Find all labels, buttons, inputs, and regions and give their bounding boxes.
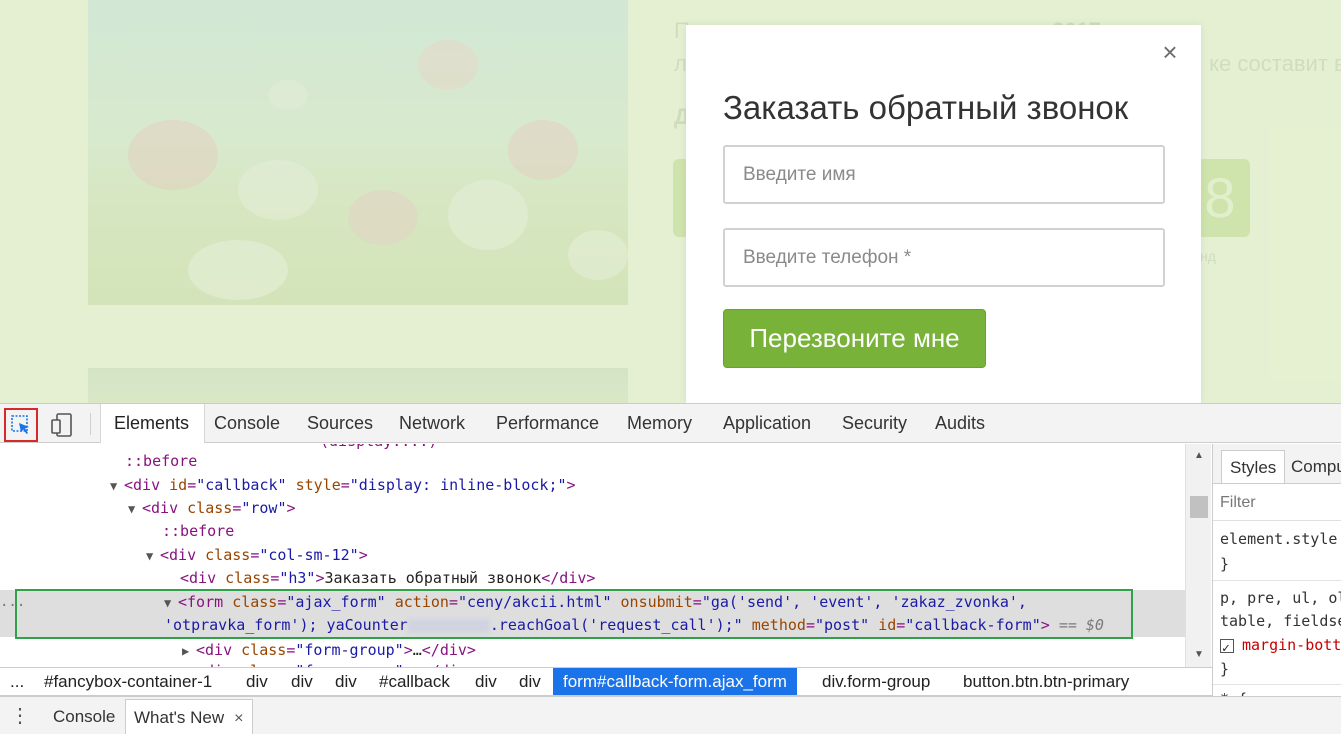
dom-line-row[interactable]: ▼ <div class="row">	[128, 497, 296, 520]
rule-selector-line1[interactable]: p, pre, ul, ol,	[1220, 586, 1341, 610]
breadcrumb-item[interactable]: div.form-group	[812, 668, 940, 695]
dom-line-partial-bottom[interactable]: ▶<div class="form-group">…</div>	[182, 660, 476, 667]
dom-line-partial: (display:...)	[320, 444, 437, 453]
device-toolbar-button[interactable]	[45, 408, 79, 442]
rule-close-brace-2: }	[1220, 660, 1230, 678]
phone-input[interactable]	[723, 228, 1165, 287]
modal-title: Заказать обратный звонок	[723, 89, 1129, 126]
attr-value: "row"	[241, 499, 287, 517]
tab-styles[interactable]: Styles	[1221, 450, 1286, 483]
text-node: Заказать обратный звонок	[324, 569, 542, 587]
attr-value: "form-group"	[295, 641, 404, 659]
dom-line-before-2[interactable]: ::before	[162, 520, 234, 543]
tab-network[interactable]: Network	[399, 404, 465, 443]
element-style-rule[interactable]: element.style {	[1220, 527, 1341, 551]
attr-name: style	[295, 476, 341, 494]
dom-line-form-group[interactable]: ▶ <div class="form-group">…</div>	[182, 639, 476, 662]
inspect-element-button[interactable]	[4, 408, 38, 442]
breadcrumb-item[interactable]: div	[325, 668, 367, 695]
name-input[interactable]	[723, 145, 1165, 204]
devtools-tabbar: Elements Console Sources Network Perform…	[0, 403, 1341, 443]
dom-breadcrumb: ... #fancybox-container-1 div div div #c…	[0, 667, 1212, 696]
callback-submit-button[interactable]: Перезвоните мне	[723, 309, 986, 368]
breadcrumb-item[interactable]: div	[509, 668, 551, 695]
rule-close-brace: }	[1220, 555, 1230, 573]
dom-line-callback[interactable]: ▼ <div id="callback" style="display: inli…	[110, 474, 576, 497]
style-property-row[interactable]: margin-bottom	[1220, 633, 1341, 661]
property-name: margin-bottom	[1242, 636, 1341, 654]
scroll-down-icon[interactable]: ▼	[1194, 649, 1204, 660]
close-icon[interactable]: ×	[234, 701, 243, 734]
devtools-panel: Elements Console Sources Network Perform…	[0, 403, 1341, 734]
device-mode-icon	[51, 413, 72, 437]
toolbar-divider	[90, 413, 91, 435]
breadcrumb-item[interactable]: div	[465, 668, 507, 695]
styles-tabbar: Styles Computed	[1213, 444, 1341, 484]
expand-triangle-icon[interactable]: ▼	[128, 498, 142, 521]
breadcrumb-item[interactable]: button.btn.btn-primary	[953, 668, 1139, 695]
drawer-tab-label: What's New	[134, 708, 225, 727]
breadcrumb-overflow[interactable]: ...	[0, 668, 34, 695]
drawer-tab-whats-new[interactable]: What's New ×	[125, 699, 253, 734]
attr-value: "col-sm-12"	[259, 546, 359, 564]
tab-console[interactable]: Console	[214, 404, 280, 443]
tab-computed[interactable]: Computed	[1283, 450, 1341, 483]
collapsed-content: …	[412, 641, 422, 659]
property-checkbox[interactable]	[1220, 637, 1234, 661]
more-options-icon[interactable]: ⋮	[10, 702, 30, 730]
dom-line-before[interactable]: ::before	[125, 450, 197, 473]
breadcrumb-item-active[interactable]: form#callback-form.ajax_form	[553, 668, 797, 695]
rule-divider	[1213, 580, 1341, 581]
breadcrumb-item[interactable]: #callback	[369, 668, 460, 695]
callback-modal: × Заказать обратный звонок Перезвоните м…	[686, 25, 1201, 403]
tag-name: div	[133, 476, 161, 494]
tab-application[interactable]: Application	[723, 404, 811, 443]
tab-elements[interactable]: Elements	[114, 404, 189, 443]
tab-sources[interactable]: Sources	[307, 404, 373, 443]
web-page-background: П 2017 цена на л ке составит в Д 8 нд × …	[0, 0, 1341, 403]
dom-tree[interactable]: (display:...) ::before ▼<div id="callbac…	[0, 444, 1185, 667]
dom-scrollbar[interactable]: ▲ ▼	[1185, 444, 1211, 667]
annotation-highlight-box	[15, 589, 1133, 639]
attr-value: "callback"	[196, 476, 287, 494]
styles-filter-input[interactable]: Filter	[1213, 485, 1341, 521]
styles-sidebar: Styles Computed Filter element.style { }…	[1212, 444, 1341, 734]
breadcrumb-item[interactable]: div	[236, 668, 278, 695]
tab-performance[interactable]: Performance	[496, 404, 599, 443]
tab-memory[interactable]: Memory	[627, 404, 692, 443]
dom-line-h3[interactable]: <div class="h3">Заказать обратный звонок…	[180, 567, 595, 590]
drawer-tab-console[interactable]: Console	[45, 699, 123, 734]
close-icon[interactable]: ×	[1159, 39, 1181, 65]
scroll-up-icon[interactable]: ▲	[1194, 450, 1204, 461]
breadcrumb-item[interactable]: #fancybox-container-1	[34, 668, 222, 695]
expand-triangle-icon[interactable]: ▼	[146, 545, 160, 568]
rule-selector-line2[interactable]: table, fieldset	[1220, 609, 1341, 633]
tab-security[interactable]: Security	[842, 404, 907, 443]
pseudo-element-label: ::before	[125, 452, 198, 470]
scroll-thumb[interactable]	[1190, 496, 1208, 518]
expand-triangle-icon[interactable]: ▼	[110, 475, 124, 498]
rule-divider-2	[1213, 684, 1341, 685]
devtools-drawer: ⋮ Console What's New ×	[0, 696, 1341, 734]
attr-name: id	[169, 476, 188, 494]
tab-audits[interactable]: Audits	[935, 404, 985, 443]
attr-value: "display: inline-block;"	[349, 476, 567, 494]
cursor-select-icon	[11, 415, 29, 434]
pseudo-element-label: ::before	[162, 522, 235, 540]
attr-value: "h3"	[279, 569, 316, 587]
dom-line-col[interactable]: ▼ <div class="col-sm-12">	[146, 544, 368, 567]
breadcrumb-item[interactable]: div	[281, 668, 323, 695]
